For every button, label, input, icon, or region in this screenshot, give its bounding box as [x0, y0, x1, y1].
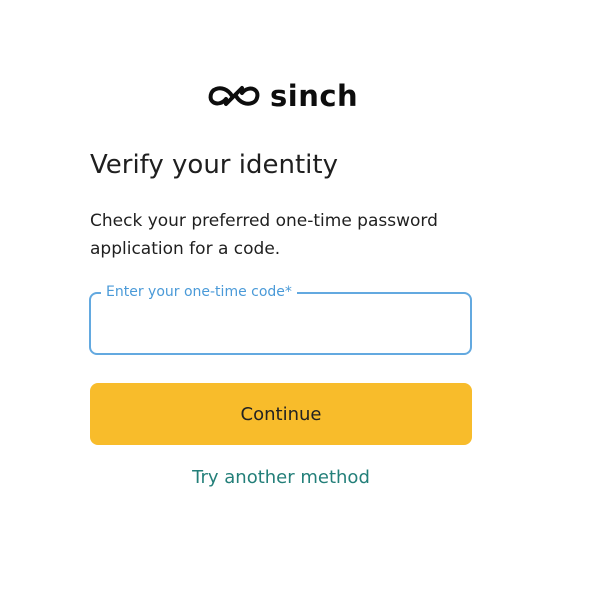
sinch-logo: sinch [206, 78, 358, 114]
otp-code-input[interactable] [105, 308, 459, 342]
try-another-method-link[interactable]: Try another method [90, 464, 472, 492]
logo-wordmark: sinch [270, 79, 359, 113]
otp-code-field[interactable] [89, 292, 472, 355]
login-page: sinch Verify your identity Check your pr… [0, 0, 611, 589]
infinity-link-icon [206, 81, 262, 111]
otp-code-label: Enter your one-time code* [101, 283, 297, 301]
page-title: Verify your identity [90, 150, 338, 180]
page-description: Check your preferred one-time password a… [90, 211, 438, 259]
continue-button[interactable]: Continue [90, 383, 472, 445]
